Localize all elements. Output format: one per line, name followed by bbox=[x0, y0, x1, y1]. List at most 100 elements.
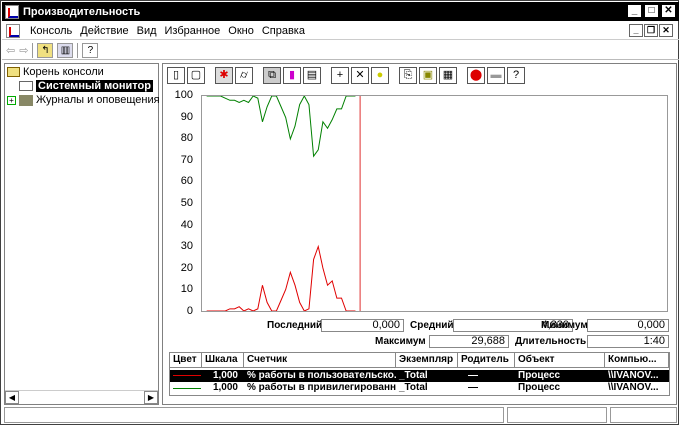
expand-icon[interactable]: + bbox=[7, 95, 16, 105]
y-tick-label: 10 bbox=[180, 283, 193, 296]
view-report-icon[interactable]: ▤ bbox=[303, 67, 321, 84]
series-line-0 bbox=[206, 244, 356, 312]
chart-plot-area bbox=[201, 94, 668, 312]
y-tick-label: 40 bbox=[180, 218, 193, 231]
scroll-right-icon[interactable]: ▶ bbox=[144, 391, 158, 404]
col-instance[interactable]: Экземпляр bbox=[396, 353, 458, 367]
console-tree: Корень консоли Системный монитор + Журнал… bbox=[4, 63, 169, 405]
logs-icon bbox=[19, 94, 33, 106]
clear-display-icon[interactable]: ▢ bbox=[187, 67, 205, 84]
mdi-close-button[interactable]: ✕ bbox=[659, 24, 673, 37]
maximize-button[interactable]: □ bbox=[644, 4, 659, 18]
legend-row[interactable]: 1,000 % работы в пользовательско... _Tot… bbox=[170, 370, 669, 382]
counter: % работы в привилегированн... bbox=[247, 382, 396, 393]
mdi-restore-button[interactable]: ❐ bbox=[644, 24, 658, 37]
menu-window[interactable]: Окно bbox=[228, 25, 254, 37]
mdi-icon[interactable] bbox=[6, 23, 20, 38]
paste-counter-list-icon[interactable]: ▣ bbox=[419, 67, 437, 84]
minimum-value: 0,000 bbox=[587, 319, 669, 332]
add-icon[interactable]: + bbox=[331, 67, 349, 84]
y-tick-label: 80 bbox=[180, 132, 193, 145]
menu-bar: Консоль Действие Вид Избранное Окно Спра… bbox=[2, 22, 679, 40]
object: Процесс bbox=[518, 382, 561, 393]
minimum-label: Минимум bbox=[541, 320, 588, 331]
counter: % работы в пользовательско... bbox=[247, 370, 396, 381]
minimize-button[interactable]: _ bbox=[627, 4, 642, 18]
performance-chart bbox=[206, 94, 361, 312]
legend-row[interactable]: 1,000 % работы в привилегированн... _Tot… bbox=[170, 382, 669, 394]
show-tree-icon[interactable]: ▥ bbox=[57, 42, 74, 58]
up-level-icon[interactable]: ↰ bbox=[37, 42, 54, 58]
parent: — bbox=[468, 382, 478, 393]
maximum-label: Максимум bbox=[375, 336, 426, 347]
status-pane bbox=[610, 407, 677, 423]
status-bar bbox=[4, 407, 677, 424]
highlight-icon[interactable]: ● bbox=[371, 67, 389, 84]
view-current-activity-icon[interactable]: ✱ bbox=[215, 67, 233, 84]
col-parent[interactable]: Родитель bbox=[458, 353, 515, 367]
y-tick-label: 90 bbox=[180, 110, 193, 123]
y-tick-label: 0 bbox=[186, 305, 193, 317]
color-swatch bbox=[170, 370, 202, 382]
y-tick-label: 30 bbox=[180, 240, 193, 253]
computer: \\IVANOV... bbox=[608, 382, 659, 393]
y-tick-label: 100 bbox=[174, 89, 193, 101]
last-value: 0,000 bbox=[321, 319, 404, 332]
forward-icon[interactable]: ⇨ bbox=[19, 44, 28, 57]
average-label: Средний bbox=[410, 320, 454, 331]
help-icon[interactable]: ? bbox=[82, 42, 99, 58]
tree-item-logs-alerts[interactable]: + Журналы и оповещения п bbox=[7, 93, 169, 107]
back-icon[interactable]: ⇦ bbox=[6, 44, 15, 57]
tree-item-label: Системный монитор bbox=[36, 80, 153, 92]
separator bbox=[77, 42, 79, 58]
freeze-display-icon[interactable]: ⬤ bbox=[467, 67, 485, 84]
delete-icon[interactable]: ✕ bbox=[351, 67, 369, 84]
col-counter[interactable]: Счетчик bbox=[244, 353, 396, 367]
scroll-left-icon[interactable]: ◀ bbox=[5, 391, 19, 404]
menu-view[interactable]: Вид bbox=[137, 25, 157, 37]
duration-value: 1:40 bbox=[587, 335, 669, 348]
scale: 1,000 bbox=[212, 382, 238, 393]
tree-root[interactable]: Корень консоли bbox=[7, 65, 104, 79]
tree-item-system-monitor[interactable]: Системный монитор bbox=[19, 79, 153, 93]
app-window: Производительность _ □ ✕ Консоль Действи… bbox=[0, 0, 679, 425]
new-counter-set-icon[interactable]: ▯ bbox=[167, 67, 185, 84]
system-monitor-toolbar: ▯ ▢ ✱ ⌭ ⧉ ▮ ▤ + ✕ ● ⎘ ▣ ▦ ⬤ ▬ ? bbox=[167, 67, 525, 84]
scale: 1,000 bbox=[212, 370, 238, 381]
monitor-icon bbox=[19, 81, 33, 91]
menu-action[interactable]: Действие bbox=[80, 25, 128, 37]
y-tick-label: 60 bbox=[180, 175, 193, 188]
copy-properties-icon[interactable]: ⎘ bbox=[399, 67, 417, 84]
view-graph-icon[interactable]: ⧉ bbox=[263, 67, 281, 84]
menu-console[interactable]: Консоль bbox=[30, 25, 72, 37]
col-color[interactable]: Цвет bbox=[170, 353, 202, 367]
view-log-data-icon[interactable]: ⌭ bbox=[235, 67, 253, 84]
col-computer[interactable]: Компью... bbox=[605, 353, 669, 367]
main-toolbar: ⇦ ⇨ ↰ ▥ ? bbox=[2, 41, 679, 60]
series-line-1 bbox=[206, 94, 356, 158]
properties-icon[interactable]: ▦ bbox=[439, 67, 457, 84]
object: Процесс bbox=[518, 370, 561, 381]
help-icon[interactable]: ? bbox=[507, 67, 525, 84]
window-title: Производительность bbox=[23, 5, 141, 18]
separator bbox=[32, 42, 34, 58]
instance: _Total bbox=[399, 382, 428, 393]
close-button[interactable]: ✕ bbox=[661, 4, 676, 18]
duration-label: Длительность bbox=[515, 336, 587, 347]
horizontal-scrollbar[interactable]: ◀ ▶ bbox=[5, 390, 158, 404]
tree-item-label: Журналы и оповещения п bbox=[36, 94, 169, 106]
menu-favorites[interactable]: Избранное bbox=[165, 25, 221, 37]
update-data-icon[interactable]: ▬ bbox=[487, 67, 505, 84]
mdi-minimize-button[interactable]: _ bbox=[629, 24, 643, 37]
computer: \\IVANOV... bbox=[608, 370, 659, 381]
y-tick-label: 20 bbox=[180, 261, 193, 274]
view-histogram-icon[interactable]: ▮ bbox=[283, 67, 301, 84]
status-pane bbox=[4, 407, 504, 423]
tree-root-label: Корень консоли bbox=[23, 66, 104, 78]
counter-legend: Цвет Шкала Счетчик Экземпляр Родитель Об… bbox=[169, 352, 670, 396]
col-object[interactable]: Объект bbox=[515, 353, 605, 367]
instance: _Total bbox=[399, 370, 428, 381]
col-scale[interactable]: Шкала bbox=[202, 353, 244, 367]
system-monitor-pane: ▯ ▢ ✱ ⌭ ⧉ ▮ ▤ + ✕ ● ⎘ ▣ ▦ ⬤ ▬ ? 100 90 80 7… bbox=[162, 63, 677, 405]
menu-help[interactable]: Справка bbox=[262, 25, 305, 37]
